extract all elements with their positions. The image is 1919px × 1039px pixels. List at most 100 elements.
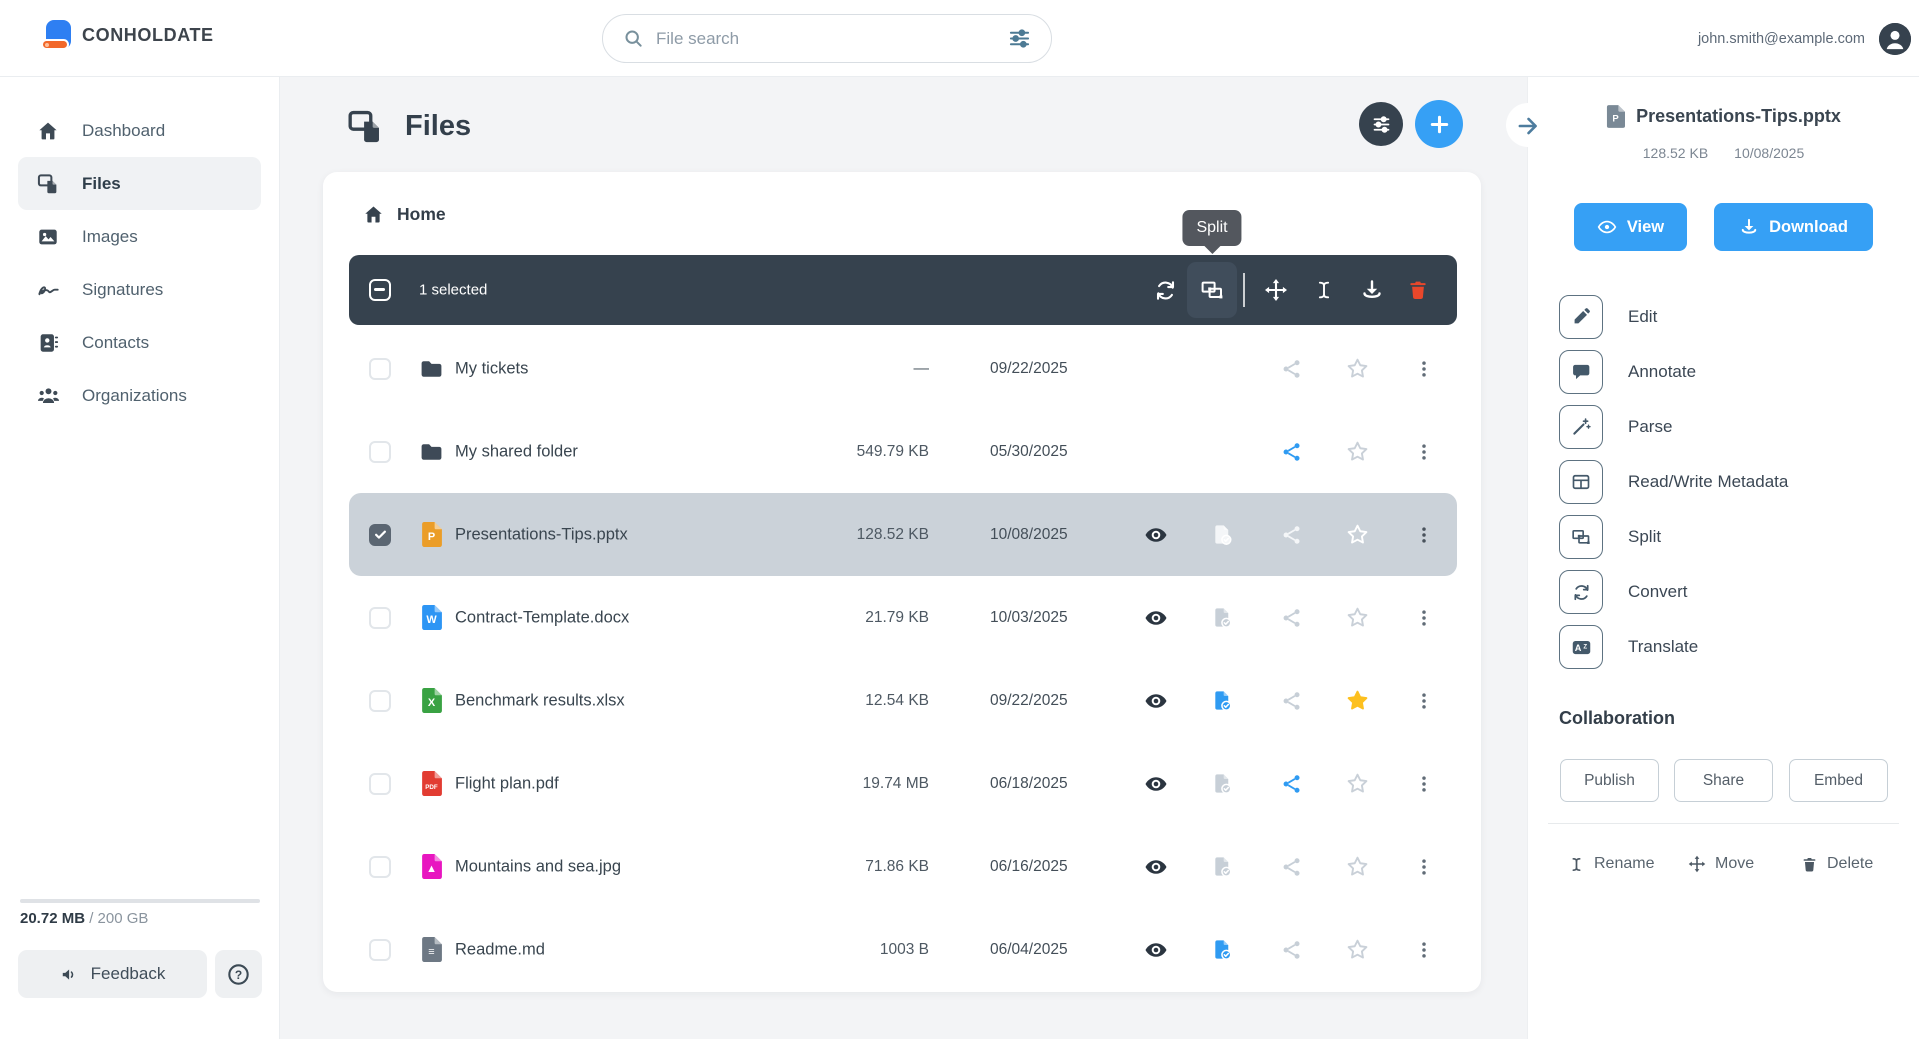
action-annotate[interactable]: Annotate [1559, 349, 1788, 395]
row-checkbox[interactable] [369, 441, 391, 463]
help-button[interactable]: ? [215, 950, 262, 998]
sidebar-item-organizations[interactable]: Organizations [18, 369, 261, 422]
row-checkbox[interactable] [369, 939, 391, 961]
file-name[interactable]: My shared folder [455, 442, 578, 461]
preview-icon[interactable] [1143, 937, 1169, 963]
file-name[interactable]: Mountains and sea.jpg [455, 857, 621, 876]
file-check-icon[interactable] [1209, 688, 1235, 714]
star-icon[interactable] [1344, 688, 1370, 714]
move-button[interactable] [1263, 277, 1289, 303]
file-check-icon[interactable] [1209, 854, 1235, 880]
delete-button[interactable]: Delete [1801, 855, 1873, 873]
star-icon[interactable] [1344, 439, 1370, 465]
row-menu-icon[interactable] [1411, 605, 1437, 631]
sidebar-item-files[interactable]: Files [18, 157, 261, 210]
star-icon[interactable] [1344, 854, 1370, 880]
row-menu-icon[interactable] [1411, 356, 1437, 382]
action-metadata[interactable]: Read/Write Metadata [1559, 459, 1788, 505]
share-icon[interactable] [1279, 522, 1305, 548]
action-convert[interactable]: Convert [1559, 569, 1788, 615]
brand-logo[interactable]: CONHOLDATE [44, 20, 214, 51]
row-menu-icon[interactable] [1411, 771, 1437, 797]
file-row[interactable]: My tickets — 09/22/2025 [349, 327, 1457, 410]
star-icon[interactable] [1344, 522, 1370, 548]
file-check-icon[interactable] [1209, 605, 1235, 631]
sidebar-item-signatures[interactable]: Signatures [18, 263, 261, 316]
file-name[interactable]: Flight plan.pdf [455, 774, 559, 793]
share-icon[interactable] [1279, 771, 1305, 797]
share-icon[interactable] [1279, 854, 1305, 880]
rename-button[interactable] [1311, 277, 1337, 303]
file-name[interactable]: Contract-Template.docx [455, 608, 629, 627]
share-icon[interactable] [1279, 605, 1305, 631]
action-translate[interactable]: AZ Translate [1559, 624, 1788, 670]
file-row[interactable]: X Benchmark results.xlsx 12.54 KB 09/22/… [349, 659, 1457, 742]
preview-icon[interactable] [1143, 771, 1169, 797]
preview-icon[interactable] [1143, 854, 1169, 880]
row-menu-icon[interactable] [1411, 688, 1437, 714]
file-name[interactable]: Benchmark results.xlsx [455, 691, 625, 710]
delete-button[interactable] [1405, 277, 1431, 303]
file-type-icon: PDF [417, 770, 445, 798]
row-menu-icon[interactable] [1411, 854, 1437, 880]
file-row[interactable]: PDF Flight plan.pdf 19.74 MB 06/18/2025 [349, 742, 1457, 825]
file-check-icon[interactable] [1209, 522, 1235, 548]
share-button[interactable]: Share [1674, 759, 1773, 802]
rename-icon [1313, 279, 1335, 301]
share-icon[interactable] [1279, 356, 1305, 382]
search-filter-icon[interactable] [1008, 27, 1031, 50]
view-options-button[interactable] [1359, 102, 1403, 146]
file-check-icon[interactable] [1209, 771, 1235, 797]
file-row[interactable]: ▲ Mountains and sea.jpg 71.86 KB 06/16/2… [349, 825, 1457, 908]
search-input[interactable] [656, 29, 996, 49]
feedback-button[interactable]: Feedback [18, 950, 207, 998]
preview-icon[interactable] [1143, 605, 1169, 631]
publish-button[interactable]: Publish [1560, 759, 1659, 802]
file-row[interactable]: ≡ Readme.md 1003 B 06/04/2025 [349, 908, 1457, 991]
file-row[interactable]: W Contract-Template.docx 21.79 KB 10/03/… [349, 576, 1457, 659]
file-name[interactable]: Readme.md [455, 940, 545, 959]
embed-button[interactable]: Embed [1789, 759, 1888, 802]
row-checkbox[interactable] [369, 358, 391, 380]
breadcrumb[interactable]: Home [363, 204, 446, 225]
star-icon[interactable] [1344, 937, 1370, 963]
avatar[interactable] [1879, 23, 1911, 55]
star-icon[interactable] [1344, 771, 1370, 797]
move-button[interactable]: Move [1688, 855, 1754, 873]
download-file-button[interactable]: Download [1714, 203, 1873, 251]
action-edit[interactable]: Edit [1559, 294, 1788, 340]
row-menu-icon[interactable] [1411, 937, 1437, 963]
row-menu-icon[interactable] [1411, 522, 1437, 548]
add-button[interactable] [1415, 100, 1463, 148]
convert-button[interactable] [1152, 277, 1178, 303]
split-button[interactable] [1199, 277, 1225, 303]
star-icon[interactable] [1344, 356, 1370, 382]
download-button[interactable] [1359, 277, 1385, 303]
file-name[interactable]: Presentations-Tips.pptx [455, 525, 628, 544]
file-check-icon[interactable] [1209, 937, 1235, 963]
file-row[interactable]: P Presentations-Tips.pptx 128.52 KB 10/0… [349, 493, 1457, 576]
sidebar-item-images[interactable]: Images [18, 210, 261, 263]
view-button[interactable]: View [1574, 203, 1687, 251]
preview-icon[interactable] [1143, 522, 1169, 548]
row-checkbox[interactable] [369, 524, 391, 546]
action-split[interactable]: Split [1559, 514, 1788, 560]
sidebar-item-contacts[interactable]: Contacts [18, 316, 261, 369]
rename-button[interactable]: Rename [1568, 855, 1654, 873]
share-icon[interactable] [1279, 688, 1305, 714]
share-icon[interactable] [1279, 439, 1305, 465]
preview-icon[interactable] [1143, 688, 1169, 714]
row-checkbox[interactable] [369, 856, 391, 878]
row-checkbox[interactable] [369, 690, 391, 712]
share-icon[interactable] [1279, 937, 1305, 963]
file-name[interactable]: My tickets [455, 359, 528, 378]
file-row[interactable]: My shared folder 549.79 KB 05/30/2025 [349, 410, 1457, 493]
star-icon[interactable] [1344, 605, 1370, 631]
row-checkbox[interactable] [369, 607, 391, 629]
row-menu-icon[interactable] [1411, 439, 1437, 465]
search-bar[interactable] [602, 14, 1052, 63]
sidebar-item-dashboard[interactable]: Dashboard [18, 104, 261, 157]
action-parse[interactable]: Parse [1559, 404, 1788, 450]
row-checkbox[interactable] [369, 773, 391, 795]
select-all-checkbox[interactable] [369, 279, 391, 301]
